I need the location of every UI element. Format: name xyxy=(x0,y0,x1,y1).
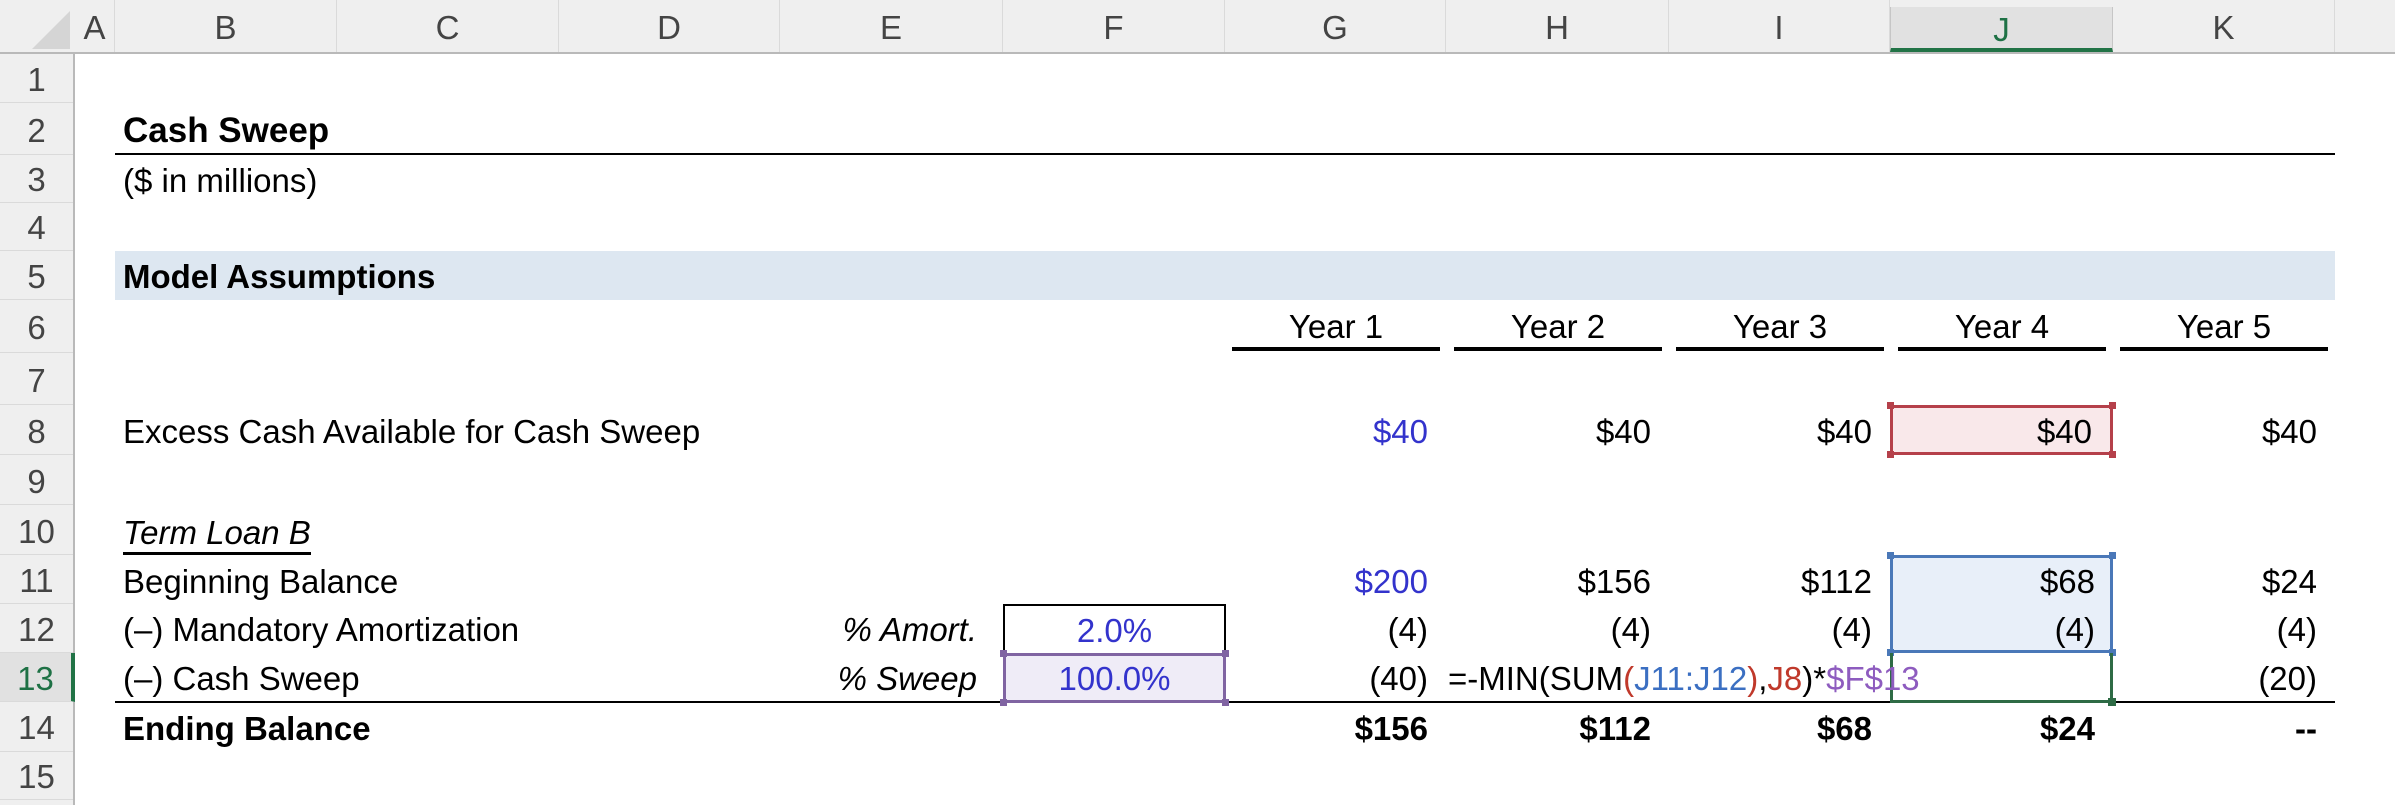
amort-pct-label[interactable]: % Amort. xyxy=(780,604,1003,653)
excess-cash-label[interactable]: Excess Cash Available for Cash Sweep xyxy=(115,405,700,455)
row-header-9[interactable]: 9 xyxy=(0,455,73,505)
ending-balance-year-3[interactable]: $68 xyxy=(1669,702,1890,752)
ref-handle[interactable] xyxy=(1887,451,1894,458)
row-header-8[interactable]: 8 xyxy=(0,405,73,455)
row-header-6[interactable]: 6 xyxy=(0,300,73,353)
ref-handle[interactable] xyxy=(1887,402,1894,409)
year-underline xyxy=(1676,347,1884,351)
formula-token: $F$13 xyxy=(1826,660,1920,697)
column-header-a[interactable]: A xyxy=(75,0,115,52)
column-header-h[interactable]: H xyxy=(1446,0,1669,52)
row-header-11[interactable]: 11 xyxy=(0,555,73,604)
ending-balance-label[interactable]: Ending Balance xyxy=(115,702,371,752)
beginning-balance-year-1[interactable]: $200 xyxy=(1225,555,1446,604)
amortization-year-5[interactable]: (4) xyxy=(2113,604,2335,653)
year-header-4[interactable]: Year 4 xyxy=(1898,300,2106,348)
year-header-5[interactable]: Year 5 xyxy=(2120,300,2328,348)
formula-token: )* xyxy=(1802,660,1827,697)
amortization-year-1[interactable]: (4) xyxy=(1225,604,1446,653)
ending-balance-year-5[interactable]: -- xyxy=(2113,702,2335,752)
row-header-3[interactable]: 3 xyxy=(0,155,73,203)
row-header-15[interactable]: 15 xyxy=(0,752,73,800)
beginning-balance-year-3[interactable]: $112 xyxy=(1669,555,1890,604)
year-header-3[interactable]: Year 3 xyxy=(1676,300,1884,348)
row-header-1[interactable]: 1 xyxy=(0,54,73,103)
term-loan-heading-text: Term Loan B xyxy=(123,514,311,555)
formula-token: ) xyxy=(1747,660,1759,697)
year-underline xyxy=(1232,347,1440,351)
column-header-g[interactable]: G xyxy=(1225,0,1446,52)
formula-token: J8 xyxy=(1767,660,1803,697)
select-all-corner[interactable] xyxy=(0,0,75,54)
column-header-c[interactable]: C xyxy=(337,0,559,52)
column-header-k[interactable]: K xyxy=(2113,0,2335,52)
excess-cash-year-2[interactable]: $40 xyxy=(1446,405,1669,455)
formula-token: =-MIN(SUM xyxy=(1448,660,1624,697)
column-header-bar: A B C D E F G H I J K xyxy=(0,0,2395,54)
beginning-balance-year-2[interactable]: $156 xyxy=(1446,555,1669,604)
sweep-pct-input-ref-highlight[interactable]: 100.0% xyxy=(1003,653,1226,703)
formula-token: ( xyxy=(1623,660,1635,697)
row-header-2[interactable]: 2 xyxy=(0,103,73,155)
amortization-year-3[interactable]: (4) xyxy=(1669,604,1890,653)
in-cell-formula-editor[interactable]: =-MIN(SUM(J11:J12),J8)*$F$13 xyxy=(1448,653,1920,702)
ending-balance-year-2[interactable]: $112 xyxy=(1446,702,1669,752)
active-cell-j13[interactable] xyxy=(1890,653,2113,703)
year-header-2[interactable]: Year 2 xyxy=(1454,300,1662,348)
column-header-j[interactable]: J xyxy=(1890,7,2113,52)
column-header-d[interactable]: D xyxy=(559,0,780,52)
column-header-b[interactable]: B xyxy=(115,0,337,52)
year-header-1[interactable]: Year 1 xyxy=(1232,300,1440,348)
column-header-i[interactable]: I xyxy=(1669,0,1890,52)
year-underline xyxy=(1454,347,1662,351)
mandatory-amortization-label[interactable]: (–) Mandatory Amortization xyxy=(115,604,519,653)
column-header-f[interactable]: F xyxy=(1003,0,1225,52)
cash-sweep-year-5[interactable]: (20) xyxy=(2113,653,2335,702)
excess-cash-year-1[interactable]: $40 xyxy=(1225,405,1446,455)
units-note[interactable]: ($ in millions) xyxy=(115,155,317,203)
cash-sweep-year-1[interactable]: (40) xyxy=(1225,653,1446,702)
column-header-e[interactable]: E xyxy=(780,0,1003,52)
ref-handle[interactable] xyxy=(1000,650,1007,657)
title-underline xyxy=(115,153,2335,155)
formula-token: J11:J12 xyxy=(1634,660,1748,697)
sweep-pct-label[interactable]: % Sweep xyxy=(780,653,1003,702)
term-loan-heading[interactable]: Term Loan B xyxy=(115,505,311,555)
ref-handle[interactable] xyxy=(2109,402,2116,409)
sheet-title[interactable]: Cash Sweep xyxy=(115,103,329,153)
row-header-bar: 1 2 3 4 5 6 7 8 9 10 11 12 13 14 15 xyxy=(0,54,75,805)
beginning-balance-year-4[interactable]: $68 xyxy=(1890,555,2113,604)
amortization-year-2[interactable]: (4) xyxy=(1446,604,1669,653)
row-header-12[interactable]: 12 xyxy=(0,604,73,653)
ending-balance-year-1[interactable]: $156 xyxy=(1225,702,1446,752)
ref-handle[interactable] xyxy=(2109,451,2116,458)
beginning-balance-label[interactable]: Beginning Balance xyxy=(115,555,398,604)
formula-token: , xyxy=(1758,660,1768,697)
amort-pct-input[interactable]: 2.0% xyxy=(1003,604,1226,654)
excess-cash-year-5[interactable]: $40 xyxy=(2113,405,2335,455)
row-header-13[interactable]: 13 xyxy=(0,653,75,702)
column-header-l[interactable] xyxy=(2335,0,2395,52)
excess-cash-year-4-ref-highlight[interactable]: $40 xyxy=(1890,405,2113,455)
row-header-7[interactable]: 7 xyxy=(0,353,73,405)
year-underline xyxy=(1898,347,2106,351)
cash-sweep-label[interactable]: (–) Cash Sweep xyxy=(115,653,360,702)
beginning-balance-year-5[interactable]: $24 xyxy=(2113,555,2335,604)
excess-cash-year-3[interactable]: $40 xyxy=(1669,405,1890,455)
amortization-year-4[interactable]: (4) xyxy=(1890,604,2113,653)
section-band xyxy=(115,251,2335,300)
row-header-4[interactable]: 4 xyxy=(0,203,73,251)
row-header-5[interactable]: 5 xyxy=(0,251,73,300)
ref-handle[interactable] xyxy=(1000,699,1007,706)
section-header[interactable]: Model Assumptions xyxy=(115,251,435,300)
row-header-14[interactable]: 14 xyxy=(0,702,73,752)
row-header-10[interactable]: 10 xyxy=(0,505,73,555)
ending-balance-year-4[interactable]: $24 xyxy=(1890,702,2113,752)
year-underline xyxy=(2120,347,2328,351)
